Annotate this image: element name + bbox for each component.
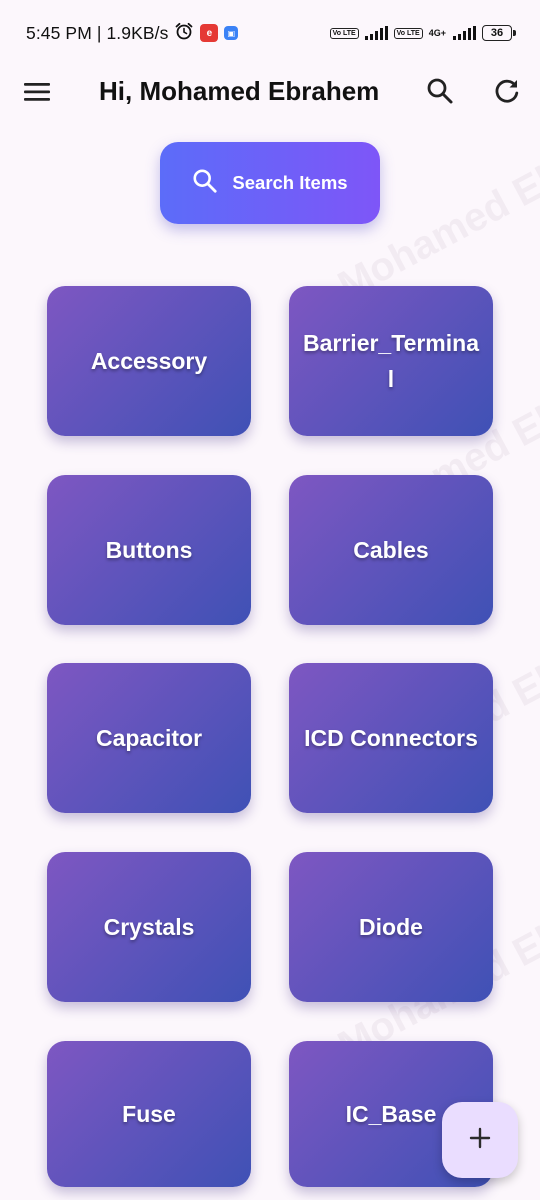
page-title: Hi, Mohamed Ebrahem — [99, 76, 380, 106]
battery-icon: 36 — [482, 25, 516, 41]
status-left: 5:45 PM | 1.9KB/s e ▣ — [26, 21, 239, 46]
category-label: Barrier_Terminal — [303, 330, 479, 392]
status-right: Vo LTE Vo LTE 4G+ 36 — [329, 25, 516, 41]
alarm-icon — [174, 21, 194, 46]
category-card[interactable]: Buttons — [47, 475, 251, 625]
status-bar: 5:45 PM | 1.9KB/s e ▣ Vo LTE Vo LTE 4G+ … — [0, 0, 540, 66]
app-bar: Hi, Mohamed Ebrahem — [0, 66, 540, 118]
category-card[interactable]: Diode — [289, 852, 493, 1002]
app-notification-icon-2: ▣ — [224, 26, 239, 40]
search-icon — [192, 168, 218, 199]
signal-icon — [364, 26, 388, 40]
category-label: Capacitor — [95, 725, 203, 751]
menu-icon[interactable] — [20, 74, 56, 110]
category-label: Accessory — [90, 348, 208, 374]
category-card[interactable]: Fuse — [47, 1041, 251, 1187]
category-label: Cables — [353, 537, 429, 563]
refresh-icon[interactable] — [489, 73, 525, 109]
category-card[interactable]: Capacitor — [47, 663, 251, 813]
category-card[interactable]: Accessory — [47, 286, 251, 436]
status-time: 5:45 PM | 1.9KB/s — [26, 22, 169, 43]
category-card[interactable]: Barrier_Terminal — [289, 286, 493, 436]
volte-icon-2: Vo LTE — [393, 27, 423, 39]
signal-icon-2 — [453, 26, 476, 40]
app-notification-icon: e — [200, 24, 219, 42]
search-items-label: Search Items — [232, 172, 348, 193]
category-label: IC_Base — [345, 1101, 437, 1127]
network-type: 4G+ — [428, 27, 446, 38]
search-icon[interactable] — [422, 73, 458, 109]
category-card[interactable]: ICD Connectors — [289, 663, 493, 813]
category-label: Buttons — [105, 537, 193, 563]
category-label: ICD Connectors — [304, 725, 478, 751]
search-items-button[interactable]: Search Items — [160, 142, 380, 224]
category-card[interactable]: Cables — [289, 475, 493, 625]
category-label: Fuse — [122, 1101, 176, 1127]
add-item-button[interactable] — [442, 1102, 518, 1178]
category-label: Diode — [359, 914, 423, 940]
category-label: Crystals — [103, 914, 195, 940]
category-card[interactable]: Crystals — [47, 852, 251, 1002]
volte-icon: Vo LTE — [329, 27, 359, 39]
plus-icon — [468, 1126, 492, 1155]
